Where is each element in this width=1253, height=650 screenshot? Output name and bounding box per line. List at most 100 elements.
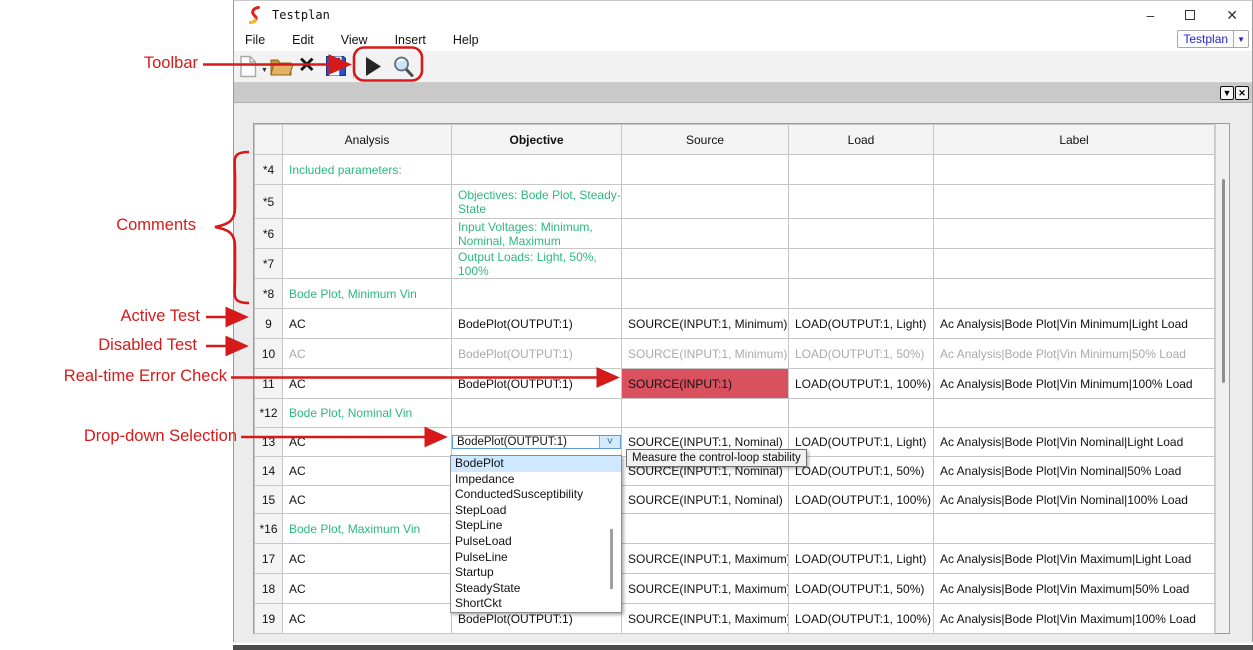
cell-analysis[interactable] (283, 249, 452, 279)
cell-source[interactable]: SOURCE(INPUT:1, Maximum) (622, 544, 789, 574)
panel-close-button[interactable]: ✕ (1235, 86, 1249, 100)
cell-load[interactable] (789, 279, 934, 309)
row-number[interactable]: 14 (255, 457, 283, 486)
dropdown-item-steadystate[interactable]: SteadyState (451, 581, 621, 597)
cell-load[interactable]: LOAD(OUTPUT:1, 50%) (789, 574, 934, 604)
cell-label[interactable] (934, 219, 1215, 249)
cell-load[interactable]: LOAD(OUTPUT:1, 100%) (789, 604, 934, 634)
cell-analysis[interactable]: Bode Plot, Maximum Vin (283, 514, 452, 544)
cell-source[interactable]: SOURCE(INPUT:1, Minimum) (622, 339, 789, 369)
close-button[interactable]: ✕ (1226, 8, 1238, 22)
cell-source-error[interactable]: SOURCE(INPUT:1) (622, 369, 789, 399)
cell-load[interactable]: LOAD(OUTPUT:1, 50%) (789, 457, 934, 486)
cell-source[interactable]: SOURCE(INPUT:1, Maximum) (622, 574, 789, 604)
objective-dropdown-list[interactable]: BodePlotImpedanceConductedSusceptibility… (450, 455, 622, 613)
cell-objective[interactable] (452, 155, 622, 185)
cell-load[interactable] (789, 399, 934, 428)
row-number[interactable]: *7 (255, 249, 283, 279)
cell-source[interactable] (622, 514, 789, 544)
cell-source[interactable] (622, 155, 789, 185)
row-number[interactable]: *16 (255, 514, 283, 544)
row-number[interactable]: 17 (255, 544, 283, 574)
cell-source[interactable]: SOURCE(INPUT:1, Nominal) (622, 486, 789, 514)
cell-load[interactable]: LOAD(OUTPUT:1, Light) (789, 544, 934, 574)
cell-load[interactable] (789, 155, 934, 185)
cell-label[interactable] (934, 399, 1215, 428)
dropdown-item-stepload[interactable]: StepLoad (451, 503, 621, 519)
cell-label[interactable]: Ac Analysis|Bode Plot|Vin Minimum|100% L… (934, 369, 1215, 399)
cell-load[interactable]: LOAD(OUTPUT:1, 100%) (789, 486, 934, 514)
cell-analysis[interactable] (283, 185, 452, 219)
new-document-button[interactable] (239, 55, 258, 83)
cell-load[interactable]: LOAD(OUTPUT:1, 50%) (789, 339, 934, 369)
cell-analysis[interactable]: AC (283, 428, 452, 457)
dropdown-item-conductedsusceptibility[interactable]: ConductedSusceptibility (451, 487, 621, 503)
cell-objective[interactable]: BodePlot(OUTPUT:1) (452, 369, 622, 399)
column-header-label[interactable]: Label (934, 125, 1215, 155)
panel-collapse-button[interactable]: ▼ (1220, 86, 1234, 100)
cell-label[interactable]: Ac Analysis|Bode Plot|Vin Minimum|Light … (934, 309, 1215, 339)
cell-source[interactable]: SOURCE(INPUT:1, Minimum) (622, 309, 789, 339)
cell-analysis[interactable]: AC (283, 486, 452, 514)
cell-analysis[interactable]: Bode Plot, Nominal Vin (283, 399, 452, 428)
cell-objective[interactable]: BodePlot(OUTPUT:1)˅ (452, 428, 622, 457)
dropdown-item-shortckt[interactable]: ShortCkt (451, 596, 621, 612)
column-header-rownum[interactable] (255, 125, 283, 155)
testplan-profile-selector[interactable]: Testplan ▼ (1177, 30, 1249, 48)
cell-analysis[interactable]: AC (283, 339, 452, 369)
row-number[interactable]: 11 (255, 369, 283, 399)
cell-source[interactable] (622, 399, 789, 428)
column-header-objective[interactable]: Objective (452, 125, 622, 155)
dropdown-item-pulseline[interactable]: PulseLine (451, 550, 621, 566)
dropdown-item-pulseload[interactable]: PulseLoad (451, 534, 621, 550)
chevron-down-icon[interactable]: ˅ (599, 436, 620, 448)
cell-analysis[interactable]: AC (283, 544, 452, 574)
delete-button[interactable]: ✕ (298, 55, 316, 77)
vertical-scrollbar[interactable] (1215, 124, 1229, 633)
column-header-source[interactable]: Source (622, 125, 789, 155)
cell-objective[interactable] (452, 399, 622, 428)
row-number[interactable]: 15 (255, 486, 283, 514)
cell-analysis[interactable]: Included parameters: (283, 155, 452, 185)
scrollbar-thumb[interactable] (1222, 179, 1225, 383)
column-header-analysis[interactable]: Analysis (283, 125, 452, 155)
run-button[interactable] (362, 55, 384, 83)
cell-label[interactable]: Ac Analysis|Bode Plot|Vin Maximum|Light … (934, 544, 1215, 574)
cell-source[interactable] (622, 249, 789, 279)
cell-label[interactable]: Ac Analysis|Bode Plot|Vin Maximum|100% L… (934, 604, 1215, 634)
row-number[interactable]: 10 (255, 339, 283, 369)
cell-load[interactable]: LOAD(OUTPUT:1, Light) (789, 428, 934, 457)
cell-objective[interactable]: Objectives: Bode Plot, Steady-State (452, 185, 622, 219)
row-number[interactable]: 13 (255, 428, 283, 457)
cell-analysis[interactable] (283, 219, 452, 249)
cell-analysis[interactable]: AC (283, 309, 452, 339)
row-number[interactable]: *12 (255, 399, 283, 428)
menu-item-insert[interactable]: Insert (386, 31, 435, 49)
row-number[interactable]: *5 (255, 185, 283, 219)
cell-label[interactable] (934, 185, 1215, 219)
cell-label[interactable] (934, 155, 1215, 185)
save-button[interactable] (325, 55, 347, 82)
cell-label[interactable]: Ac Analysis|Bode Plot|Vin Maximum|50% Lo… (934, 574, 1215, 604)
dropdown-scrollbar-thumb[interactable] (610, 529, 613, 589)
cell-analysis[interactable]: AC (283, 574, 452, 604)
menu-item-file[interactable]: File (236, 31, 274, 49)
row-number[interactable]: *6 (255, 219, 283, 249)
cell-load[interactable]: LOAD(OUTPUT:1, Light) (789, 309, 934, 339)
cell-analysis[interactable]: Bode Plot, Minimum Vin (283, 279, 452, 309)
cell-source[interactable]: SOURCE(INPUT:1, Maximum) (622, 604, 789, 634)
maximize-button[interactable] (1185, 10, 1195, 20)
cell-label[interactable] (934, 514, 1215, 544)
menu-item-edit[interactable]: Edit (283, 31, 323, 49)
cell-source[interactable] (622, 185, 789, 219)
row-number[interactable]: 19 (255, 604, 283, 634)
column-header-load[interactable]: Load (789, 125, 934, 155)
cell-analysis[interactable]: AC (283, 457, 452, 486)
menu-item-help[interactable]: Help (444, 31, 488, 49)
new-document-dropdown-icon[interactable]: ▼ (261, 67, 268, 74)
cell-objective[interactable]: BodePlot(OUTPUT:1) (452, 309, 622, 339)
cell-load[interactable] (789, 185, 934, 219)
cell-analysis[interactable]: AC (283, 604, 452, 634)
menu-item-view[interactable]: View (332, 31, 377, 49)
cell-objective[interactable]: Output Loads: Light, 50%, 100% (452, 249, 622, 279)
